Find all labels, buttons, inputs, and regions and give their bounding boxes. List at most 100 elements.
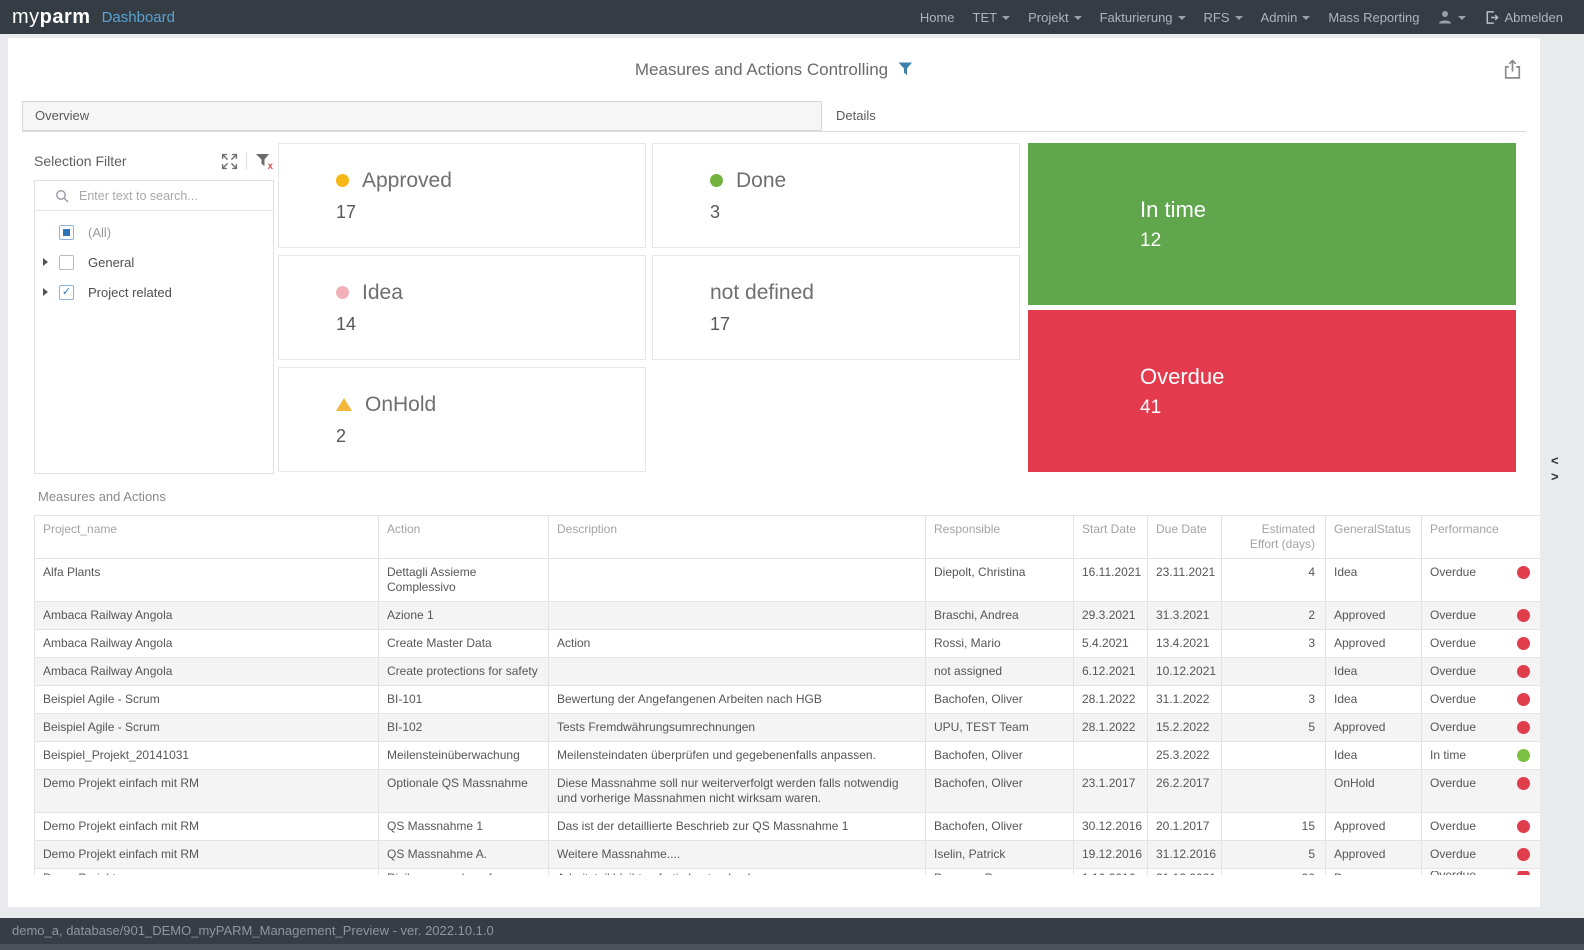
cell-action: BI-101 xyxy=(387,692,544,707)
column-header-project-name[interactable]: Project_name xyxy=(35,516,379,559)
expand-icon[interactable] xyxy=(221,153,238,170)
measures-table-wrap: Project_name Action Description Responsi… xyxy=(34,515,1540,875)
cell-description: Das ist der detaillierte Beschrieb zur Q… xyxy=(557,819,921,834)
checkbox-general[interactable] xyxy=(59,255,74,270)
table-row[interactable]: Demo Projekt einfach mit RM QS Massnahme… xyxy=(35,813,1541,841)
chevron-down-icon xyxy=(1458,16,1466,20)
user-icon xyxy=(1437,9,1453,25)
column-header-performance[interactable]: Performance xyxy=(1422,516,1541,559)
title-filter-icon[interactable] xyxy=(898,61,913,81)
status-card-done[interactable]: Done 3 xyxy=(652,143,1020,248)
cell-description: Arbeitsteil bleibt ... fertig bestanden … xyxy=(557,871,921,875)
nav-item-mass-reporting[interactable]: Mass Reporting xyxy=(1319,10,1428,25)
column-header-description[interactable]: Description xyxy=(549,516,926,559)
nav-item-fakturierung[interactable]: Fakturierung xyxy=(1091,10,1195,25)
performance-dot xyxy=(1517,665,1530,678)
expand-arrow-icon[interactable] xyxy=(43,288,59,296)
top-navbar: myparm Dashboard Home TET Projekt Faktur… xyxy=(0,0,1584,34)
column-header-generalstatus[interactable]: GeneralStatus xyxy=(1326,516,1422,559)
cell-estimated-effort: 2 xyxy=(1230,608,1315,623)
table-row[interactable]: Beispiel_Projekt_20141031 Meilensteinübe… xyxy=(35,742,1541,770)
cell-due-date: 20.1.2017 xyxy=(1156,819,1217,834)
cell-responsible: Bachofen, Oliver xyxy=(934,776,1069,791)
user-menu-button[interactable] xyxy=(1428,9,1475,25)
cell-start-date: 28.1.2022 xyxy=(1082,720,1143,735)
cell-performance: Overdue xyxy=(1430,847,1536,862)
table-row[interactable]: Alfa Plants Dettagli Assieme Complessivo… xyxy=(35,559,1541,602)
table-row[interactable]: Ambaca Railway Angola Create Master Data… xyxy=(35,630,1541,658)
tree-item-all[interactable]: (All) xyxy=(35,217,273,247)
clear-filter-icon[interactable]: x xyxy=(255,153,274,170)
tile-overdue[interactable]: Overdue 41 xyxy=(1028,310,1516,472)
selection-filter-title: Selection Filter xyxy=(34,153,221,169)
cell-responsible: Rossi, Mario xyxy=(934,636,1069,651)
selection-filter-panel: Selection Filter x xyxy=(34,148,274,474)
cell-action: Risikomassnahme f... xyxy=(387,871,544,875)
table-row[interactable]: Demo Projekt einfach mit RM Optionale QS… xyxy=(35,770,1541,813)
nav-item-home[interactable]: Home xyxy=(911,10,964,25)
expand-arrow-icon[interactable] xyxy=(43,258,59,266)
cell-responsible: Bachofen, Oliver xyxy=(934,819,1069,834)
checkbox-all[interactable] xyxy=(59,225,74,240)
table-row[interactable]: Demo Projekt einfach mit RM QS Massnahme… xyxy=(35,841,1541,869)
chevron-down-icon xyxy=(1074,16,1082,20)
cell-start-date: 29.3.2021 xyxy=(1082,608,1143,623)
table-row[interactable]: Beispiel Agile - Scrum BI-102 Tests Frem… xyxy=(35,714,1541,742)
cell-start-date: 23.1.2017 xyxy=(1082,776,1143,791)
nav-item-rfs[interactable]: RFS xyxy=(1195,10,1252,25)
svg-text:x: x xyxy=(268,161,274,170)
nav-item-tet[interactable]: TET xyxy=(964,10,1020,25)
cell-due-date: 31.3.2021 xyxy=(1156,608,1217,623)
performance-dot xyxy=(1517,871,1530,875)
status-count: 17 xyxy=(336,202,645,223)
column-header-due-date[interactable]: Due Date xyxy=(1148,516,1222,559)
cell-generalstatus: Approved xyxy=(1334,608,1417,623)
cell-responsible: Diepolt, Christina xyxy=(934,565,1069,580)
cell-responsible: not assigned xyxy=(934,664,1069,679)
column-header-action[interactable]: Action xyxy=(379,516,549,559)
cell-due-date: 26.2.2017 xyxy=(1156,776,1217,791)
bottom-strip xyxy=(0,944,1584,950)
filter-tree: (All) General Project related xyxy=(35,211,273,307)
tab-overview[interactable]: Overview xyxy=(22,101,822,131)
cell-performance: Overdue xyxy=(1430,720,1536,735)
nav-item-projekt[interactable]: Projekt xyxy=(1019,10,1090,25)
cell-responsible: UPU, TEST Team xyxy=(934,720,1069,735)
column-header-start-date[interactable]: Start Date xyxy=(1074,516,1148,559)
cell-generalstatus: Idea xyxy=(1334,664,1417,679)
search-input[interactable] xyxy=(77,188,247,204)
table-row[interactable]: Beispiel Agile - Scrum BI-101 Bewertung … xyxy=(35,686,1541,714)
tab-details[interactable]: Details xyxy=(824,101,1526,131)
cell-generalstatus: OnHold xyxy=(1334,776,1417,791)
tile-in-time[interactable]: In time 12 xyxy=(1028,143,1516,305)
dashboard-panel: Measures and Actions Controlling Overvie… xyxy=(8,38,1540,907)
nav-item-admin[interactable]: Admin xyxy=(1252,10,1320,25)
cell-estimated-effort: 5 xyxy=(1230,720,1315,735)
cell-estimated-effort: 15 xyxy=(1230,819,1315,834)
export-button[interactable] xyxy=(1501,58,1524,81)
tree-item-general[interactable]: General xyxy=(35,247,273,277)
cell-project-name: Beispiel_Projekt_20141031 xyxy=(43,748,374,763)
tree-item-project-related[interactable]: Project related xyxy=(35,277,273,307)
table-row[interactable]: Demo Projekt... Risikomassnahme f... Arb… xyxy=(35,869,1541,876)
app-logo[interactable]: myparm Dashboard xyxy=(12,0,175,34)
measures-table: Project_name Action Description Responsi… xyxy=(34,515,1540,875)
status-dot xyxy=(336,174,349,187)
table-row[interactable]: Ambaca Railway Angola Create protections… xyxy=(35,658,1541,686)
status-card-idea[interactable]: Idea 14 xyxy=(278,255,646,360)
performance-dot xyxy=(1517,637,1530,650)
status-card-onhold[interactable]: OnHold 2 xyxy=(278,367,646,472)
collapse-left-icon[interactable]: < xyxy=(1551,453,1559,469)
cell-start-date: 30.12.2016 xyxy=(1082,819,1143,834)
column-header-responsible[interactable]: Responsible xyxy=(926,516,1074,559)
collapse-right-icon[interactable]: > xyxy=(1551,469,1559,485)
checkbox-project-related[interactable] xyxy=(59,285,74,300)
cell-generalstatus: Idea xyxy=(1334,692,1417,707)
status-card-not-defined[interactable]: not defined 17 xyxy=(652,255,1020,360)
performance-dot xyxy=(1517,721,1530,734)
performance-label: Overdue xyxy=(1430,692,1476,707)
logout-button[interactable]: Abmelden xyxy=(1475,10,1572,25)
table-row[interactable]: Ambaca Railway Angola Azione 1 Braschi, … xyxy=(35,602,1541,630)
column-header-estimated-effort[interactable]: Estimated Effort (days) xyxy=(1222,516,1326,559)
status-card-approved[interactable]: Approved 17 xyxy=(278,143,646,248)
